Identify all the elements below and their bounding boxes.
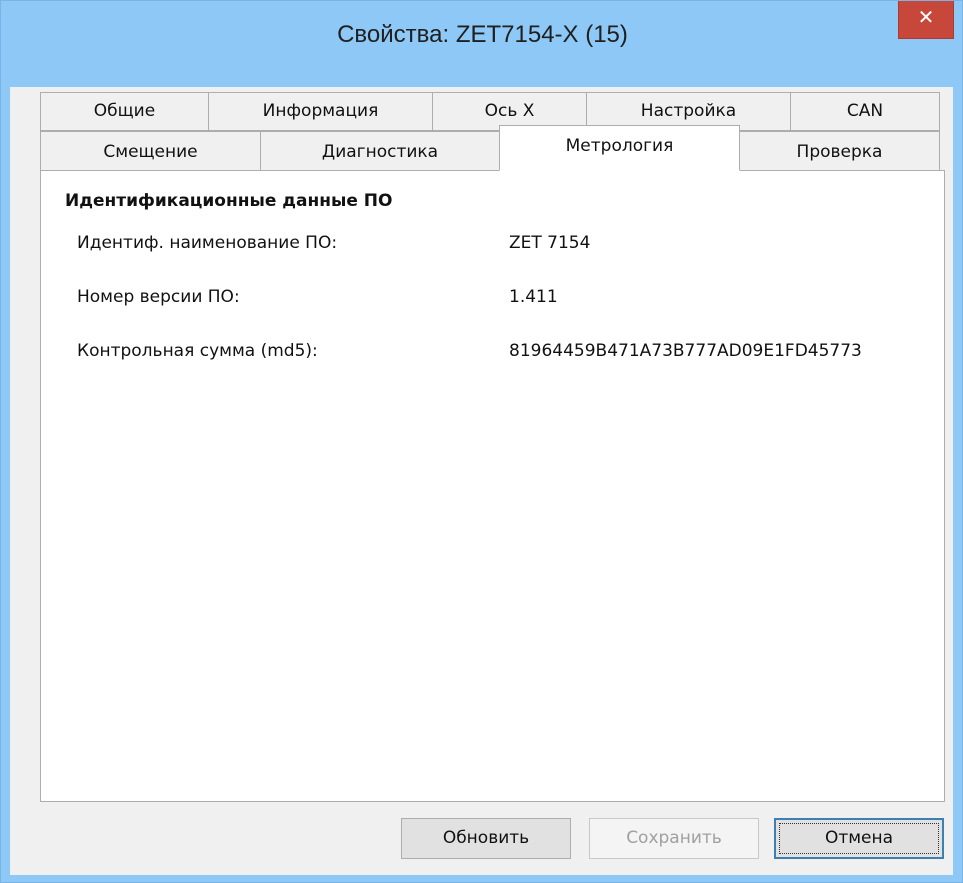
cancel-button[interactable]: Отмена	[774, 818, 944, 859]
tab-label: Проверка	[796, 142, 883, 162]
software-version-value: 1.411	[509, 287, 558, 307]
tab-metrology[interactable]: Метрология	[499, 125, 740, 171]
title-bar[interactable]: Свойства: ZET7154-X (15) ✕	[1, 1, 962, 87]
tab-label: CAN	[846, 101, 884, 121]
section-title: Идентификационные данные ПО	[65, 191, 393, 211]
focus-rectangle	[779, 823, 939, 854]
checksum-value: 81964459B471A73B777AD09E1FD45773	[509, 341, 862, 361]
tab-check[interactable]: Проверка	[739, 131, 940, 171]
software-version-label: Номер версии ПО:	[77, 287, 240, 307]
close-button[interactable]: ✕	[898, 1, 954, 39]
software-name-value: ZET 7154	[509, 233, 591, 253]
tab-offset[interactable]: Смещение	[40, 131, 261, 171]
properties-dialog: Свойства: ZET7154-X (15) ✕ Общие Информа…	[0, 0, 963, 883]
dialog-client-area: Общие Информация Ось X Настройка CAN Сме…	[10, 87, 953, 875]
tab-label: Общие	[93, 101, 156, 121]
metrology-panel: Идентификационные данные ПО Идентиф. наи…	[40, 170, 945, 802]
save-button[interactable]: Сохранить	[589, 818, 759, 859]
checksum-label: Контрольная сумма (md5):	[77, 341, 318, 361]
tab-diagnostics[interactable]: Диагностика	[260, 131, 500, 171]
refresh-button[interactable]: Обновить	[401, 818, 571, 859]
software-name-label: Идентиф. наименование ПО:	[77, 233, 338, 253]
window-title: Свойства: ZET7154-X (15)	[337, 21, 628, 48]
close-icon: ✕	[917, 5, 935, 29]
tab-label: Смещение	[103, 142, 198, 162]
window-frame-left	[1, 87, 10, 882]
tab-information[interactable]: Информация	[208, 92, 433, 131]
tab-can[interactable]: CAN	[790, 92, 940, 131]
tab-label: Метрология	[565, 136, 674, 156]
window-frame-right	[953, 87, 962, 882]
tab-general[interactable]: Общие	[40, 92, 209, 131]
tab-label: Информация	[262, 101, 379, 121]
tab-label: Диагностика	[321, 142, 439, 162]
